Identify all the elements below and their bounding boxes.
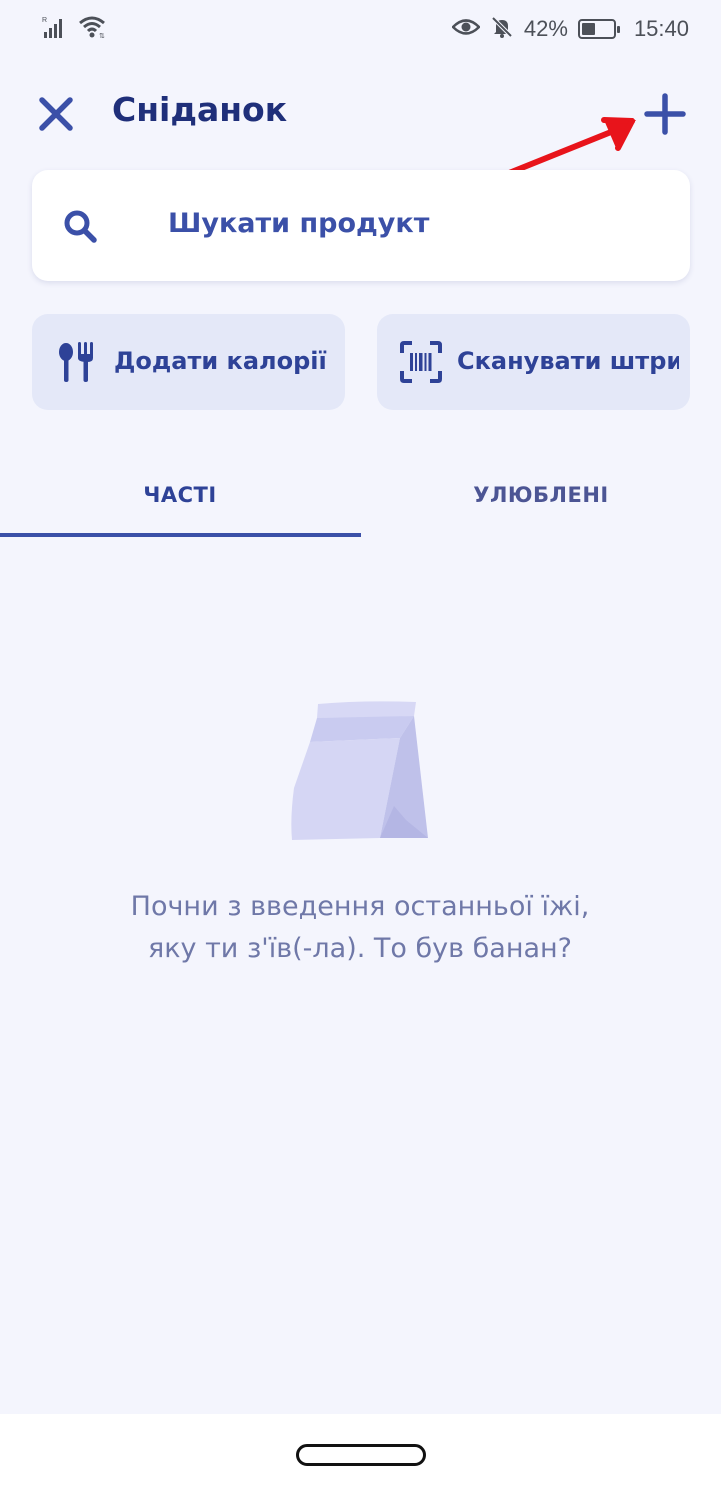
add-calories-button[interactable]: Додати калорії (32, 314, 345, 410)
system-navigation-bar (0, 1414, 721, 1500)
status-left: R ⇅ (42, 15, 108, 43)
battery-percent: 42% (523, 16, 568, 41)
add-calories-label: Додати калорії (114, 347, 327, 375)
plus-icon (644, 93, 686, 135)
search-icon (64, 210, 97, 243)
empty-state-message: Почни з введення останньої їжі, яку ти з… (60, 886, 660, 970)
status-bar: R ⇅ 42% 15:40 (0, 0, 721, 58)
cutlery-icon (59, 342, 93, 382)
scan-barcode-label: Сканувати штри... (457, 347, 679, 375)
search-input[interactable]: Шукати продукт (32, 170, 690, 281)
tab-bar: ЧАСТІ УЛЮБЛЕНІ (0, 455, 721, 539)
page-title: Сніданок (112, 90, 288, 129)
tab-portions[interactable]: ЧАСТІ (0, 455, 360, 535)
close-icon (39, 97, 73, 131)
battery-icon (577, 19, 620, 39)
home-indicator[interactable] (296, 1444, 426, 1466)
empty-state-line-1: Почни з введення останньої їжі, (130, 891, 590, 922)
eye-icon (451, 17, 481, 41)
scan-barcode-button[interactable]: Сканувати штри... (377, 314, 690, 410)
tab-favorites[interactable]: УЛЮБЛЕНІ (361, 455, 721, 535)
search-placeholder: Шукати продукт (168, 208, 430, 239)
status-right: 42% 15:40 (451, 15, 689, 43)
close-button[interactable] (34, 92, 78, 136)
empty-state-line-2: яку ти з'їв(-ла). То був банан? (147, 933, 573, 964)
battery-fill (581, 23, 595, 35)
clock: 15:40 (633, 16, 689, 41)
add-button[interactable] (641, 90, 689, 138)
active-tab-indicator (0, 533, 361, 537)
paper-bag-icon (291, 701, 428, 840)
svg-text:⇅: ⇅ (99, 33, 105, 39)
barcode-icon (400, 341, 442, 383)
bell-off-icon (490, 15, 514, 43)
signal-icon: R (42, 15, 68, 43)
wifi-icon: ⇅ (78, 15, 108, 43)
svg-text:R: R (42, 17, 47, 24)
